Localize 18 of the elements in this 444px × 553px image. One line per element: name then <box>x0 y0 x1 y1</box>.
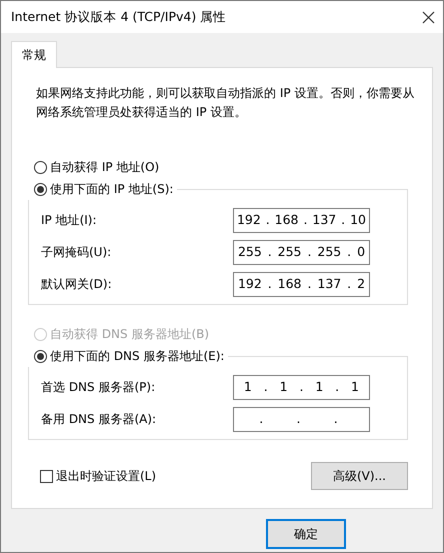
ip-address-field[interactable]: 255 . 255 . 255 . 0 <box>233 240 370 264</box>
field-label: 子网掩码(U): <box>41 244 112 261</box>
close-icon[interactable] <box>422 10 435 24</box>
field-label: IP 地址(I): <box>41 212 97 229</box>
ip-address-field[interactable]: 1 . 1 . 1 . 1 <box>233 374 370 400</box>
radio-button[interactable]: 自动获得 IP 地址(O) <box>28 156 416 178</box>
ok-button[interactable]: 确定 <box>266 519 346 549</box>
field-label: 默认网关(D): <box>41 276 112 293</box>
ip-address-field[interactable]: . . . <box>233 406 370 432</box>
advanced-button[interactable]: 高级(V)... <box>311 462 408 490</box>
ip-address-field[interactable]: 192 . 168 . 137 . 2 <box>233 272 370 296</box>
field-label: 首选 DNS 服务器(P): <box>41 379 156 396</box>
ip-address-field[interactable]: 192 . 168 . 137 . 10 <box>233 208 370 232</box>
tab[interactable]: 常规 <box>11 41 57 68</box>
field-label: 备用 DNS 服务器(A): <box>41 411 156 428</box>
window-title: Internet 协议版本 4 (TCP/IPv4) 属性 <box>11 8 226 26</box>
validate-checkbox[interactable]: 退出时验证设置(L) <box>40 467 156 485</box>
description-text: 如果网络支持此功能，则可以获取自动指派的 IP 设置。否则，你需要从网络系统管理员处获得适当的 IP 设置。 <box>36 85 416 121</box>
